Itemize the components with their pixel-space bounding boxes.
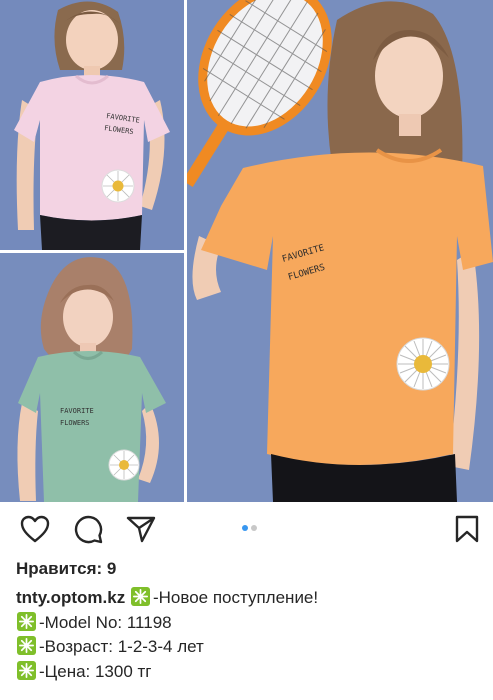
shirt-print-text: FLOWERS	[60, 419, 90, 427]
caption-text: -Возраст: 1-2-3-4 лет	[39, 637, 204, 656]
post-image-carousel[interactable]: FAVORITE FLOWERS FAVORITE FLOWERS FAVORI…	[0, 0, 493, 502]
share-button[interactable]	[124, 512, 158, 546]
photo-orange-shirt: FAVORITE FLOWERS	[187, 0, 493, 502]
share-icon	[126, 516, 156, 543]
sparkle-emoji-icon	[130, 587, 150, 606]
caption-text: -Новое поступление!	[152, 588, 319, 607]
post-caption: tnty.optom.kz -Новое поступление! -Model…	[16, 586, 481, 684]
photo-mint-shirt: FAVORITE FLOWERS	[0, 253, 184, 502]
caption-line: -Model No: 11198	[16, 611, 481, 636]
comment-icon	[74, 515, 103, 544]
like-button[interactable]	[18, 512, 52, 546]
author-username[interactable]: tnty.optom.kz	[16, 588, 125, 607]
caption-line: -Возраст: 1-2-3-4 лет	[16, 635, 481, 660]
carousel-indicator	[240, 524, 260, 532]
carousel-dot-active	[242, 525, 248, 531]
caption-text: -Цена: 1300 тг	[39, 661, 152, 681]
heart-icon	[20, 515, 50, 543]
sparkle-emoji-icon	[17, 636, 36, 655]
caption-line: -Цена: 1300 тг	[16, 660, 481, 685]
photo-pink-shirt: FAVORITE FLOWERS	[0, 0, 184, 250]
post-action-bar	[0, 502, 493, 554]
sparkle-emoji-icon	[17, 611, 36, 631]
caption-line: tnty.optom.kz -Новое поступление!	[16, 586, 481, 611]
post-footer: Нравится: 9 tnty.optom.kz -Новое поступл…	[0, 502, 493, 700]
save-button[interactable]	[450, 512, 484, 546]
sparkle-emoji-icon	[17, 660, 36, 680]
caption-text: -Model No: 11198	[39, 612, 172, 632]
comment-button[interactable]	[71, 512, 105, 546]
likes-count[interactable]: Нравится: 9	[16, 559, 116, 579]
bookmark-icon	[455, 515, 479, 543]
shirt-print-text: FAVORITE	[60, 407, 94, 415]
carousel-dot	[251, 525, 257, 531]
